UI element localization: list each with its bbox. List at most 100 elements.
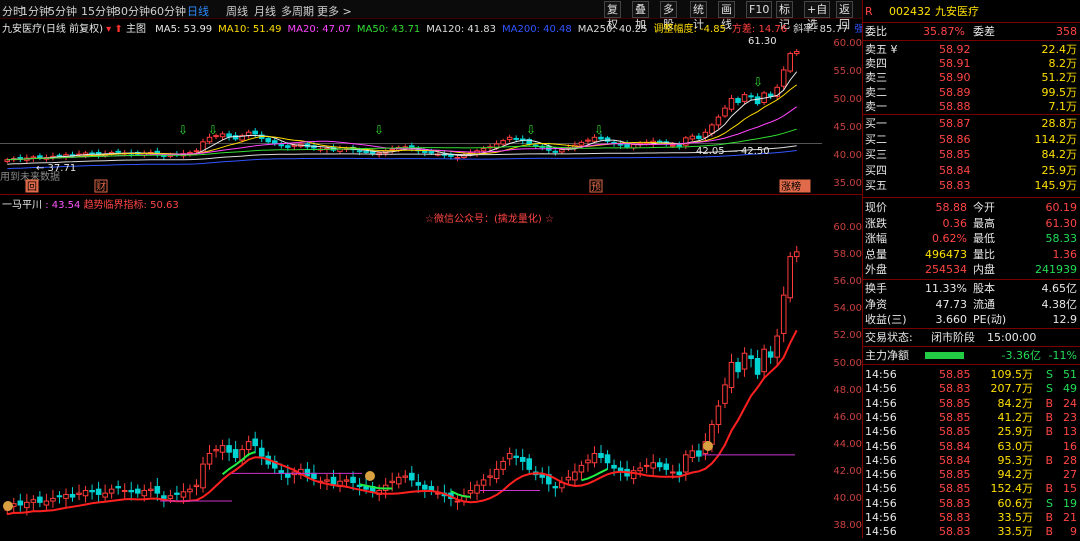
candle-body (30, 156, 37, 159)
candle-body (728, 98, 735, 110)
toolbar-button-8[interactable]: 返回 (836, 1, 853, 31)
toolbar-button-7[interactable]: +自选 (804, 1, 831, 31)
price-tick: 38.00 (833, 520, 862, 532)
ask-volume: 7.1万 (1048, 99, 1078, 113)
ask-price: 58.88 (939, 99, 971, 113)
trend-green-segment (581, 468, 608, 482)
candle-body (585, 139, 591, 142)
tick-price: 58.85 (939, 425, 971, 439)
weibi-row: 委比 35.87% 委差 358 (863, 24, 1080, 39)
candle-body (174, 492, 180, 495)
toolbar-button-3[interactable]: 统计 (690, 1, 707, 31)
badge-label: 涨榜 (781, 180, 801, 193)
candle-body (245, 441, 252, 451)
toolbar-button-2[interactable]: 多股 (660, 1, 677, 31)
candle-body (271, 140, 278, 144)
stat-label: 涨幅 (865, 232, 887, 246)
candle-body (559, 149, 565, 153)
tick-side: S (1046, 368, 1053, 381)
candle-body (232, 449, 239, 458)
candle-body (741, 352, 748, 370)
high-mark: 61.30 (748, 36, 777, 47)
tick-time: 14:56 (865, 382, 897, 396)
divider (863, 197, 1080, 198)
candlestick-chart[interactable]: 61.30 ← 37.71 42.05 — 42.50 用到未来数据 ⇩ ⇩ ⇩ ⇩ ⇩ ⇩ 回财预… (0, 18, 862, 194)
toolbar-button-0[interactable]: 复权 (604, 1, 621, 31)
tick-count: 13 (1063, 425, 1077, 439)
tick-time: 14:56 (865, 496, 897, 510)
quote-header: R 002432 九安医疗 (863, 4, 1080, 19)
candle-body (409, 472, 415, 481)
period-tab-2[interactable]: 5分钟 (48, 3, 77, 19)
trade-status-value: 闭市阶段 (931, 331, 975, 344)
stat-value: 254534 (925, 263, 967, 277)
toolbar-button-1[interactable]: 叠加 (632, 1, 649, 31)
price-tick: 60.00 (833, 222, 862, 233)
period-tab-9[interactable]: 多周期 (281, 3, 314, 19)
tick-count: 9 (1070, 525, 1077, 539)
period-tab-7[interactable]: 周线 (226, 3, 248, 19)
period-tab-10[interactable]: 更多 > (317, 3, 352, 19)
period-tab-8[interactable]: 月线 (254, 3, 276, 19)
candle-body (643, 464, 650, 467)
indicator-svg[interactable] (0, 194, 862, 538)
candle-body (500, 140, 506, 145)
stat-row: 外盘 254534 内盘 241939 (863, 262, 1080, 277)
stat-value-2: 58.33 (1045, 232, 1078, 246)
tick-side: S (1046, 382, 1053, 396)
candle-body (95, 488, 102, 495)
toolbar-button-4[interactable]: 画线 (718, 1, 735, 31)
main-flow-bar (925, 352, 964, 359)
main-flow-value: -3.36亿 (1001, 349, 1041, 362)
trend-line (7, 329, 798, 516)
period-tab-3[interactable]: 15分钟 (81, 3, 117, 19)
candle-body (552, 150, 559, 153)
candle-body (291, 144, 298, 147)
stat-value: 0.36 (942, 216, 968, 230)
candle-body (748, 95, 754, 98)
period-tab-1[interactable]: 1分钟 (21, 3, 50, 19)
bid-row: 买三 58.85 84.2万 (863, 147, 1080, 162)
candle-body (735, 98, 741, 103)
candle-body (696, 450, 702, 457)
tick-time: 14:56 (865, 482, 897, 496)
tick-row: 14:56 58.83 33.5万 B 9 (863, 524, 1080, 539)
candle-body (735, 361, 741, 373)
tick-volume: 33.5万 (997, 511, 1034, 524)
candle-body (624, 143, 630, 148)
buy-signal-icon: ⇩ (753, 75, 763, 89)
ask-row: 卖二 58.89 99.5万 (863, 85, 1080, 100)
stat-value-2: 60.19 (1045, 201, 1078, 214)
bid-row: 买一 58.87 28.8万 (863, 116, 1080, 131)
candle-body (696, 135, 702, 139)
price-tick: 45.00 (833, 122, 862, 133)
tick-price: 58.84 (939, 439, 971, 453)
money-bag-icon (3, 501, 13, 511)
candle-body (206, 453, 213, 465)
toolbar-button-6[interactable]: 标记 (776, 1, 793, 31)
weibi-label: 委比 (865, 25, 887, 38)
candle-body (389, 148, 395, 151)
ask-row: 卖五 ¥ 58.92 22.4万 (863, 42, 1080, 57)
toolbar-button-5[interactable]: F10 (746, 1, 773, 18)
candle-body (69, 493, 76, 498)
candle-body (519, 456, 526, 462)
period-tab-5[interactable]: 60分钟 (150, 3, 186, 19)
candle-body (689, 450, 696, 458)
candle-body (50, 497, 56, 502)
period-tab-4[interactable]: 30分钟 (114, 3, 150, 19)
candlestick-svg[interactable]: 61.30← 37.7142.05 — 42.50用到未来数据⇩ ⇩ ⇩ ⇩ ⇩⇩回财预… (0, 18, 862, 194)
candle-body (402, 475, 409, 478)
indicator-chart[interactable] (0, 194, 862, 538)
price-tick: 55.00 (833, 66, 862, 77)
candle-body (108, 488, 115, 494)
price-tick: 52.00 (833, 330, 862, 342)
tick-volume: 207.7万 (990, 382, 1034, 396)
buy-signal-icon: ⇩ (178, 123, 188, 137)
candle-body (722, 384, 728, 404)
tick-count: 49 (1063, 382, 1077, 396)
period-tab-6[interactable]: 日线 (187, 3, 209, 19)
candle-body (754, 357, 761, 375)
tick-price: 58.83 (939, 525, 971, 539)
candle-body (454, 157, 461, 160)
